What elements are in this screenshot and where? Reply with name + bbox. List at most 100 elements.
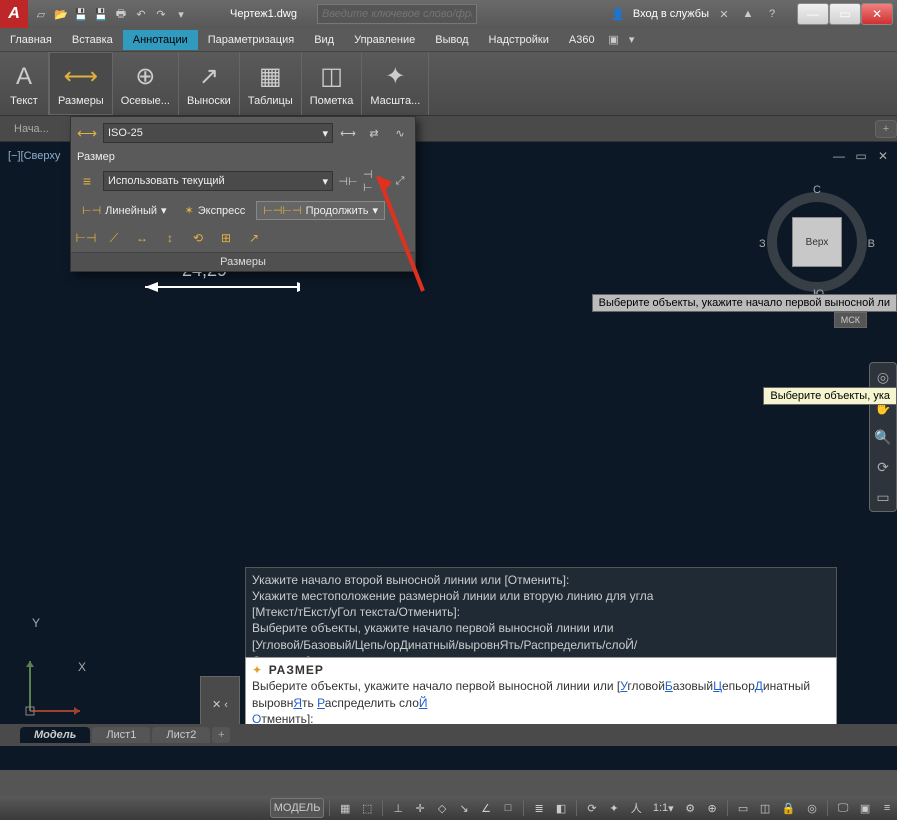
dim-style-combo[interactable]: ISO-25▾ — [103, 123, 333, 143]
ucs-icon[interactable] — [20, 646, 100, 726]
ribbon-text[interactable]: A Текст — [0, 52, 49, 115]
menu-annotate[interactable]: Аннотации — [123, 30, 198, 50]
dim-linear-button[interactable]: ⊢⊣Линейный ▾ — [75, 201, 174, 220]
ortho-icon[interactable]: ⊥ — [388, 798, 408, 818]
ribbon-leaders[interactable]: ↗ Выноски — [179, 52, 240, 115]
steering-wheel-icon[interactable]: ◎ — [873, 367, 893, 387]
customize-icon[interactable]: ≡ — [877, 798, 897, 818]
command-line[interactable]: ✦ РАЗМЕР Выберите объекты, укажите начал… — [245, 657, 837, 732]
coordinate-system-label[interactable]: МСК — [834, 312, 867, 328]
menu-parametric[interactable]: Параметризация — [198, 30, 304, 50]
menu-insert[interactable]: Вставка — [62, 30, 123, 50]
menu-view[interactable]: Вид — [304, 30, 344, 50]
annotation-icon[interactable]: ✦ — [604, 798, 624, 818]
dim-tool-7-icon[interactable]: ↗ — [243, 228, 265, 248]
dim-space-icon[interactable]: ⊣ ⊢ — [363, 171, 385, 191]
save-icon[interactable]: 💾 — [72, 5, 90, 23]
dim-layer-combo[interactable]: Использовать текущий▾ — [103, 171, 333, 191]
sign-in-link[interactable]: Вход в службы — [633, 8, 709, 20]
viewport-minimize-button[interactable]: — — [831, 148, 847, 164]
lock-icon[interactable]: 🔒 — [777, 798, 800, 818]
dim-tool-2-icon[interactable]: ⟋ — [103, 228, 125, 248]
annoscale-icon[interactable]: 人 — [626, 798, 646, 818]
iso-icon[interactable]: ◇ — [432, 798, 452, 818]
units-icon[interactable]: ▭ — [733, 798, 753, 818]
menu-manage[interactable]: Управление — [344, 30, 425, 50]
workspace-icon[interactable]: ⚙ — [680, 798, 700, 818]
dimension-pick-icon[interactable]: ⟷ — [75, 121, 99, 145]
ribbon-centerlines[interactable]: ⊕ Осевые... — [113, 52, 179, 115]
viewcube-west[interactable]: З — [759, 238, 766, 250]
dim-tool-6-icon[interactable]: ⊞ — [215, 228, 237, 248]
transparency-icon[interactable]: ◧ — [551, 798, 571, 818]
dim-jog-icon[interactable]: ⤢ — [389, 171, 411, 191]
polar-icon[interactable]: ✛ — [410, 798, 430, 818]
menu-a360[interactable]: A360 — [559, 30, 605, 50]
redo-icon[interactable]: ↷ — [152, 5, 170, 23]
tab-layout1[interactable]: Лист1 — [92, 727, 150, 743]
viewport-maximize-button[interactable]: ▭ — [853, 148, 869, 164]
osnap3d-icon[interactable]: □ — [498, 798, 518, 818]
menu-home[interactable]: Главная — [0, 30, 62, 50]
menu-output[interactable]: Вывод — [425, 30, 478, 50]
viewport-close-button[interactable]: ✕ — [875, 148, 891, 164]
grid-icon[interactable]: ▦ — [335, 798, 355, 818]
osnap-icon[interactable]: ↘ — [454, 798, 474, 818]
dim-express-button[interactable]: ✶Экспресс — [178, 201, 253, 220]
print-icon[interactable]: 🖶 — [112, 5, 130, 23]
app-icon[interactable]: A — [0, 0, 28, 28]
cycling-icon[interactable]: ⟳ — [582, 798, 602, 818]
ribbon-tables[interactable]: ▦ Таблицы — [240, 52, 302, 115]
annomon-icon[interactable]: ⊕ — [702, 798, 722, 818]
new-icon[interactable]: ▱ — [32, 5, 50, 23]
viewcube-north[interactable]: С — [813, 184, 821, 196]
dim-continue-button[interactable]: ⊢⊣⊢⊣Продолжить ▾ — [256, 201, 385, 220]
qp-icon[interactable]: ◫ — [755, 798, 775, 818]
dim-tool-3-icon[interactable]: ↔ — [131, 228, 153, 248]
menu-focus-icon[interactable]: ▣ — [605, 31, 623, 49]
exchange-icon[interactable]: ✕ — [715, 5, 733, 23]
zoom-icon[interactable]: 🔍 — [873, 427, 893, 447]
a360-icon[interactable]: ▲ — [739, 5, 757, 23]
window-close-button[interactable]: ✕ — [861, 3, 893, 25]
dim-update-icon[interactable]: ⟷ — [337, 123, 359, 143]
dim-tool-1-icon[interactable]: ⊢⊣ — [75, 228, 97, 248]
isolate-icon[interactable]: ◎ — [802, 798, 822, 818]
menu-more-icon[interactable]: ▾ — [623, 31, 641, 49]
help-icon[interactable]: ? — [763, 5, 781, 23]
lineweight-icon[interactable]: ≣ — [529, 798, 549, 818]
window-maximize-button[interactable]: ▭ — [829, 3, 861, 25]
ribbon-dimensions[interactable]: ⟷ Размеры — [49, 52, 113, 115]
ribbon-scale[interactable]: ✦ Масшта... — [362, 52, 429, 115]
status-model-button[interactable]: МОДЕЛЬ — [270, 798, 324, 818]
tab-model[interactable]: Модель — [20, 727, 90, 743]
signin-icon[interactable]: 👤 — [609, 5, 627, 23]
dim-tool-5-icon[interactable]: ⟲ — [187, 228, 209, 248]
orbit-icon[interactable]: ⟳ — [873, 457, 893, 477]
dim-override-icon[interactable]: ⇄ — [363, 123, 385, 143]
saveas-icon[interactable]: 💾 — [92, 5, 110, 23]
dim-break-icon[interactable]: ⊣⊢ — [337, 171, 359, 191]
search-input[interactable] — [317, 4, 477, 24]
dim-inspect-icon[interactable]: ∿ — [389, 123, 411, 143]
start-tab[interactable]: Нача... — [0, 119, 63, 139]
add-tab-button[interactable]: + — [875, 120, 897, 138]
otrack-icon[interactable]: ∠ — [476, 798, 496, 818]
dim-tool-4-icon[interactable]: ↕ — [159, 228, 181, 248]
qat-more-icon[interactable]: ▾ — [172, 5, 190, 23]
menu-addins[interactable]: Надстройки — [479, 30, 559, 50]
ribbon-markup[interactable]: ◫ Пометка — [302, 52, 363, 115]
window-minimize-button[interactable]: — — [797, 3, 829, 25]
hardware-icon[interactable]: 🖵 — [833, 798, 853, 818]
viewcube[interactable]: Верх С В Ю З — [757, 182, 877, 302]
showmotion-icon[interactable]: ▭ — [873, 487, 893, 507]
add-layout-button[interactable]: + — [212, 727, 230, 743]
undo-icon[interactable]: ↶ — [132, 5, 150, 23]
viewcube-face[interactable]: Верх — [792, 217, 842, 267]
snap-icon[interactable]: ⬚ — [357, 798, 377, 818]
scale-button[interactable]: 1:1 ▾ — [648, 798, 678, 818]
clean-icon[interactable]: ▣ — [855, 798, 875, 818]
viewcube-east[interactable]: В — [868, 238, 875, 250]
tab-layout2[interactable]: Лист2 — [152, 727, 210, 743]
open-icon[interactable]: 📂 — [52, 5, 70, 23]
